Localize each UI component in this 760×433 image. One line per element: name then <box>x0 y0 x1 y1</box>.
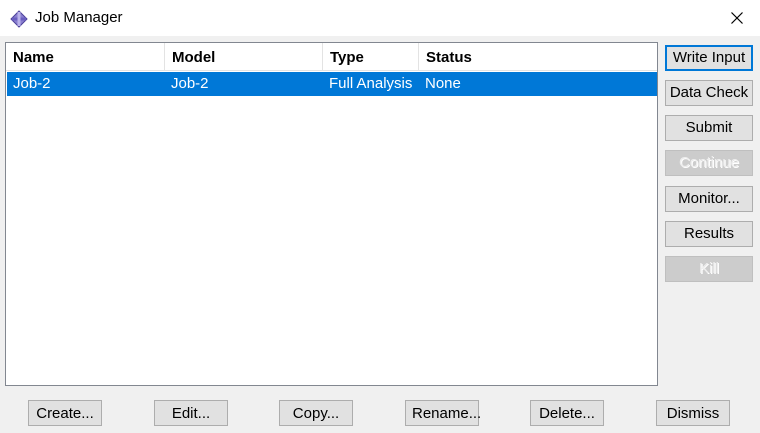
cell-status: None <box>425 75 461 92</box>
column-header-model[interactable]: Model <box>165 43 323 71</box>
table-row[interactable]: Job-2 Job-2 Full Analysis None <box>7 72 657 96</box>
cell-model: Job-2 <box>171 75 209 92</box>
cell-name: Job-2 <box>13 75 51 92</box>
dismiss-button[interactable]: Dismiss <box>656 400 730 426</box>
copy-button[interactable]: Copy... <box>279 400 353 426</box>
data-check-button[interactable]: Data Check <box>665 80 753 106</box>
table-header: Name Model Type Status <box>6 43 657 71</box>
column-header-name[interactable]: Name <box>6 43 165 71</box>
submit-button[interactable]: Submit <box>665 115 753 141</box>
title-bar: Job Manager <box>0 0 760 36</box>
write-input-button[interactable]: Write Input <box>665 45 753 71</box>
close-icon <box>731 12 743 24</box>
kill-button: Kill <box>665 256 753 282</box>
job-list[interactable]: Name Model Type Status Job-2 Job-2 Full … <box>5 42 658 386</box>
results-button[interactable]: Results <box>665 221 753 247</box>
cell-type: Full Analysis <box>329 75 413 92</box>
close-button[interactable] <box>714 0 760 36</box>
abaqus-diamond-icon <box>10 10 28 28</box>
edit-button[interactable]: Edit... <box>154 400 228 426</box>
window-title: Job Manager <box>35 9 123 26</box>
create-button[interactable]: Create... <box>28 400 102 426</box>
column-header-type[interactable]: Type <box>323 43 419 71</box>
delete-button[interactable]: Delete... <box>530 400 604 426</box>
column-header-status[interactable]: Status <box>419 43 657 71</box>
continue-button: Continue <box>665 150 753 176</box>
rename-button[interactable]: Rename... <box>405 400 481 426</box>
monitor-button[interactable]: Monitor... <box>665 186 753 212</box>
